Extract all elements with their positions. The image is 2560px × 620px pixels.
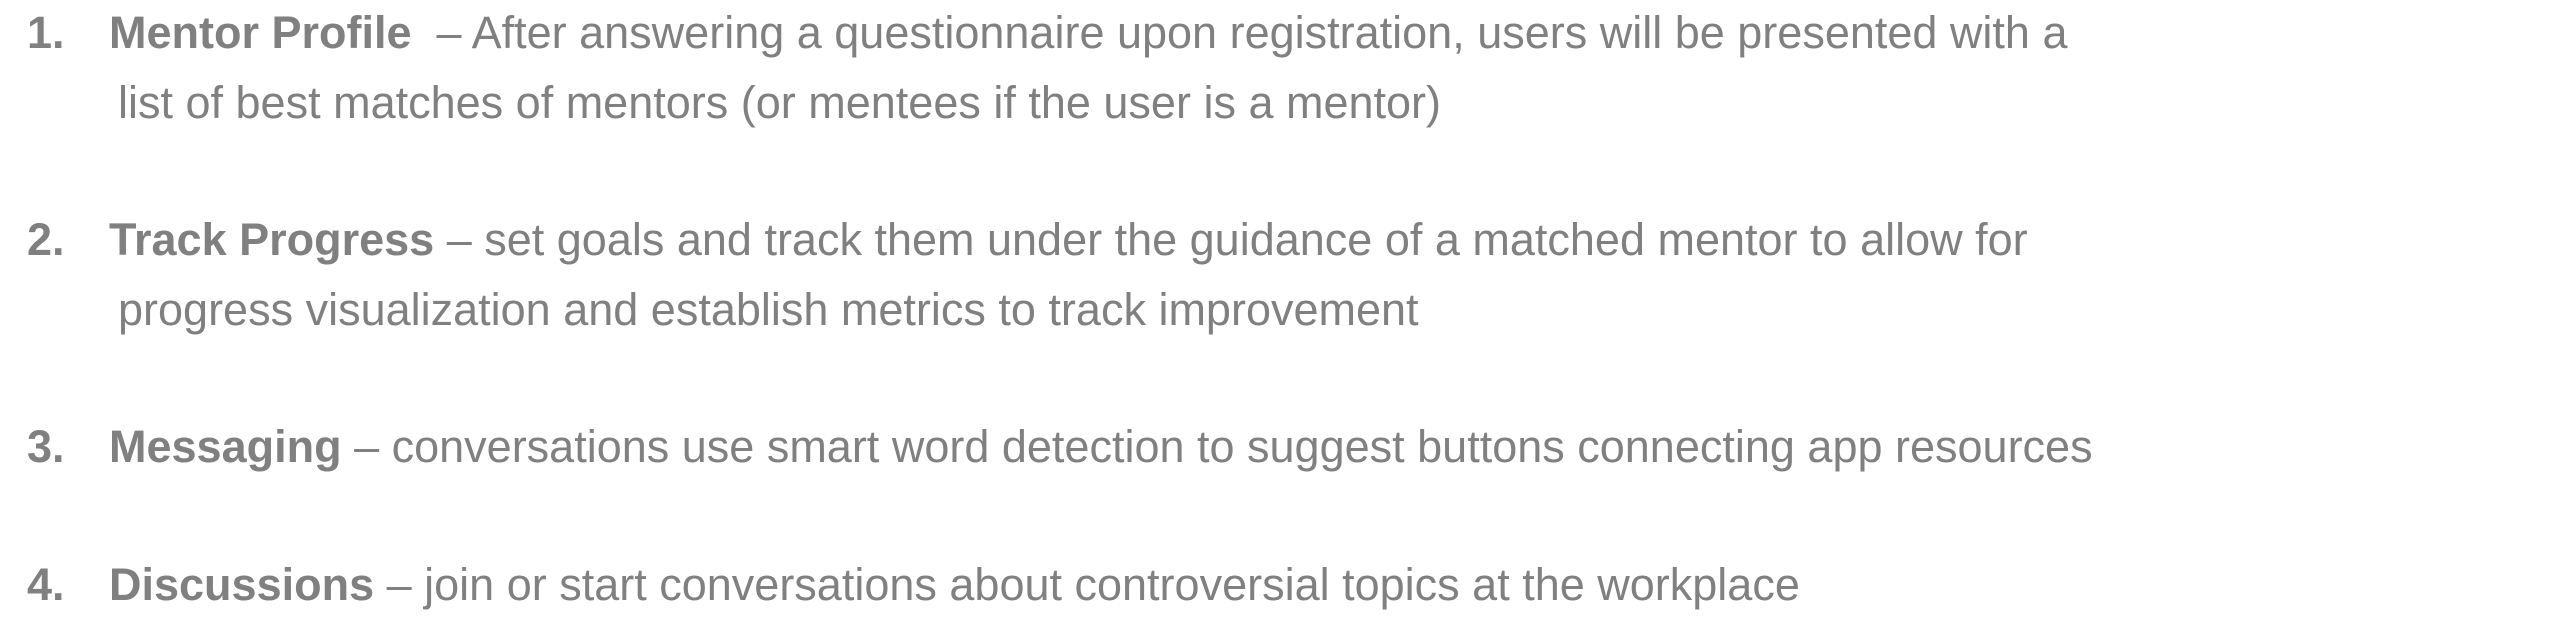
item-description: After answering a questionnaire upon reg… — [471, 7, 2068, 58]
item-label: Discussions — [109, 559, 375, 610]
separator: – — [374, 559, 425, 610]
item-description-continued: progress visualization and establish met… — [118, 284, 1419, 335]
item-label: Messaging — [109, 421, 342, 472]
item-label: Mentor Profile — [109, 7, 412, 58]
item-number: 2. — [27, 214, 65, 265]
item-description: set goals and track them under the guida… — [484, 214, 2028, 265]
separator: – — [411, 7, 472, 58]
item-number: 4. — [27, 559, 65, 610]
item-number: 1. — [27, 7, 65, 58]
item-description-continued: list of best matches of mentors (or ment… — [118, 77, 1442, 128]
item-number: 3. — [27, 421, 65, 472]
separator: – — [341, 421, 392, 472]
item-description: conversations use smart word detection t… — [391, 421, 2093, 472]
item-description: join or start conversations about contro… — [424, 559, 1800, 610]
separator: – — [434, 214, 485, 265]
item-label: Track Progress — [109, 214, 435, 265]
